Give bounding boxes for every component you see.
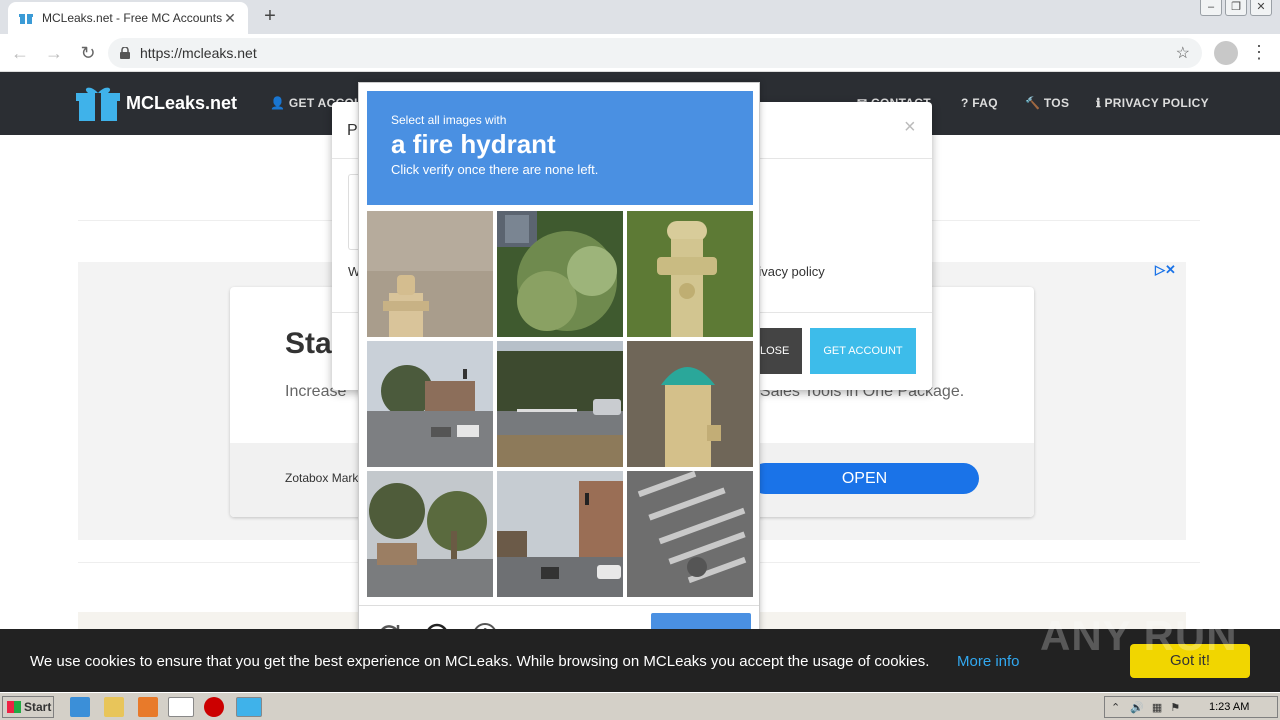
modal-privacy-text[interactable]: rivacy policy (754, 264, 825, 279)
start-button[interactable]: Start (2, 696, 54, 718)
ie-icon[interactable] (70, 697, 90, 717)
browser-toolbar: ← → ↻ https://mcleaks.net ☆ ⋮ (0, 34, 1280, 72)
chrome-icon[interactable] (168, 697, 194, 717)
address-bar[interactable]: https://mcleaks.net ☆ (108, 38, 1202, 68)
get-account-button[interactable]: GET ACCOUNT (810, 328, 916, 374)
modal-input[interactable] (348, 174, 358, 250)
cookie-text: We use cookies to ensure that you get th… (30, 653, 930, 670)
captcha-prompt: Select all images with a fire hydrant Cl… (367, 91, 753, 205)
captcha-challenge: Select all images with a fire hydrant Cl… (358, 82, 760, 664)
captcha-tile-street-intersection[interactable] (367, 341, 493, 467)
captcha-hint: Click verify once there are none left. (391, 162, 599, 177)
logo-text: MCLeaks.net (126, 92, 238, 113)
system-tray: ⌃ 🔊 ▦ ⚑ (1104, 696, 1278, 718)
cookie-more-info-link[interactable]: More info (957, 653, 1020, 670)
captcha-instruction: Select all images with (391, 113, 507, 127)
captcha-tile-sand-hydrant[interactable] (367, 211, 493, 337)
media-player-icon[interactable] (138, 697, 158, 717)
ad-choices-icon[interactable]: ▷✕ (1155, 262, 1176, 278)
captcha-divider (359, 605, 759, 606)
start-label: Start (24, 700, 52, 714)
opera-icon[interactable] (204, 697, 224, 717)
lock-icon (120, 46, 130, 59)
captcha-tile-hydrant-grass[interactable] (627, 211, 753, 337)
taskbar: Start ⌃ 🔊 ▦ ⚑ 1:23 AM (0, 692, 1280, 720)
captcha-tile-palm-trees[interactable] (367, 471, 493, 597)
modal-title: P (347, 122, 358, 139)
tab-title: MCLeaks.net - Free MC Accounts (42, 11, 222, 25)
clock: 1:23 AM (1209, 701, 1250, 713)
ad-brand: Zotabox Mark (285, 471, 359, 485)
ad-open-button[interactable]: OPEN (750, 463, 979, 494)
profile-avatar[interactable] (1214, 41, 1238, 65)
volume-icon[interactable]: 🔊 (1130, 701, 1144, 714)
nav-faq[interactable]: ? FAQ (961, 96, 998, 110)
back-arrow-icon[interactable]: ← (6, 39, 34, 67)
gift-app-icon[interactable] (236, 697, 262, 717)
browser-tab[interactable]: MCLeaks.net - Free MC Accounts ✕ (8, 2, 248, 34)
captcha-tile-bush[interactable] (497, 211, 623, 337)
bookmark-star-icon[interactable]: ☆ (1176, 43, 1190, 63)
captcha-tile-crosswalk[interactable] (627, 471, 753, 597)
close-icon[interactable]: ✕ (222, 10, 238, 27)
captcha-tile-city-street[interactable] (497, 471, 623, 597)
captcha-tile-green-hydrant[interactable] (627, 341, 753, 467)
gift-icon (18, 10, 34, 26)
new-tab-button[interactable]: + (258, 4, 282, 28)
tray-arrow-icon[interactable]: ⌃ (1111, 701, 1120, 714)
gift-logo-icon (76, 87, 120, 121)
maximize-button[interactable]: ❐ (1225, 0, 1247, 16)
modal-close-icon[interactable]: × (904, 116, 916, 139)
browser-tabbar: MCLeaks.net - Free MC Accounts ✕ + – ❐ ✕ (0, 0, 1280, 34)
network-icon[interactable]: ▦ (1152, 701, 1162, 714)
window-controls: – ❐ ✕ (1200, 0, 1272, 16)
window-close-button[interactable]: ✕ (1250, 0, 1272, 16)
forward-arrow-icon[interactable]: → (40, 39, 68, 67)
captcha-image-grid (367, 211, 753, 597)
nav-tos[interactable]: 🔨 TOS (1025, 96, 1069, 110)
anyrun-watermark: ANY RUN (1040, 612, 1238, 659)
folder-icon[interactable] (104, 697, 124, 717)
ad-headline: Sta (285, 327, 332, 360)
minimize-button[interactable]: – (1200, 0, 1222, 16)
windows-logo-icon (7, 701, 21, 713)
site-logo[interactable]: MCLeaks.net (76, 84, 237, 122)
captcha-target: a fire hydrant (391, 129, 556, 159)
reload-icon[interactable]: ↻ (74, 39, 102, 67)
captcha-tile-road-cars[interactable] (497, 341, 623, 467)
nav-privacy-policy[interactable]: ℹ PRIVACY POLICY (1096, 96, 1209, 110)
flag-icon[interactable]: ⚑ (1170, 701, 1180, 714)
url-text: https://mcleaks.net (140, 45, 257, 61)
menu-dots-icon[interactable]: ⋮ (1250, 42, 1268, 63)
